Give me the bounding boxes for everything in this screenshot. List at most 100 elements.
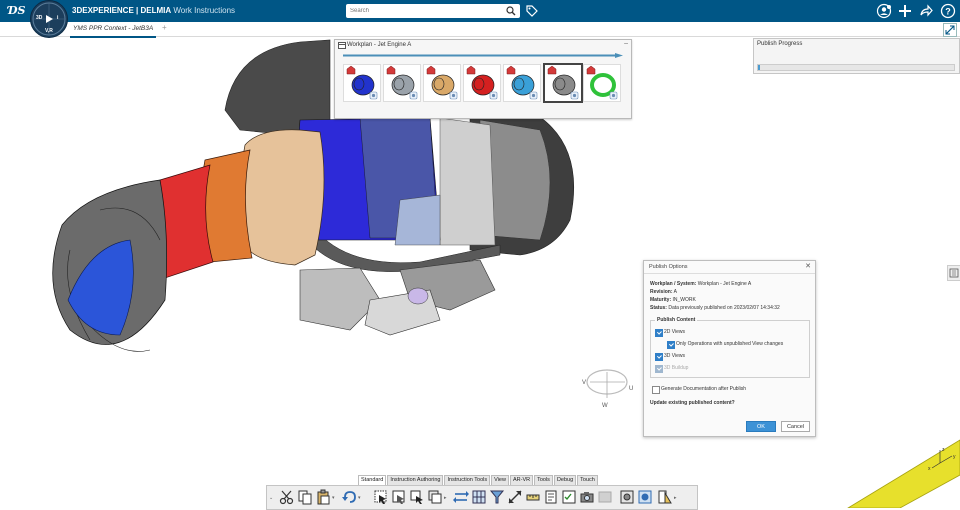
action-bar: ⌄ ▾ ▾ ▸ ▸ — [266, 485, 698, 510]
tab-view[interactable]: View — [491, 475, 509, 485]
publish-progress-bar — [757, 64, 955, 71]
compass-widget[interactable]: 3D i V,R — [30, 0, 68, 38]
camera-icon[interactable] — [579, 489, 595, 505]
inspect-icon[interactable] — [657, 489, 673, 505]
copy-icon[interactable] — [297, 489, 313, 505]
generate-documentation-label: Generate Documentation after Publish — [661, 386, 747, 392]
brand-title: 3DEXPERIENCE | DELMIA Work Instructions — [72, 6, 235, 15]
uvw-compass[interactable]: V U W — [582, 369, 633, 409]
add-tab-icon[interactable]: + — [162, 23, 167, 32]
workplan-label: Workplan / System: — [650, 281, 697, 287]
status-info: Status: Data previously published on 202… — [650, 305, 780, 311]
workplan-value: Workplan - Jet Engine A — [697, 281, 752, 287]
undo-icon[interactable] — [341, 489, 357, 505]
tab-instruction-authoring[interactable]: Instruction Authoring — [387, 475, 444, 485]
ok-button[interactable]: OK — [746, 421, 776, 432]
swap-icon[interactable] — [453, 489, 469, 505]
workplan-thumbnail-turbine-red[interactable] — [463, 64, 501, 102]
more-tools-icon[interactable]: ▸ — [674, 495, 677, 501]
collapse-icon[interactable] — [943, 23, 957, 37]
chevron-down-icon[interactable]: ⌄ — [269, 495, 273, 501]
select-dropdown-icon[interactable]: ▸ — [444, 495, 447, 501]
revision-info: Revision: A — [650, 289, 677, 295]
part-icon — [386, 65, 418, 100]
tag-icon[interactable] — [525, 4, 539, 18]
app-name: Work Instructions — [173, 6, 236, 15]
search-box[interactable] — [346, 4, 520, 18]
cancel-button[interactable]: Cancel — [781, 421, 810, 432]
checkbox-3d-buildup-label: 3D Buildup — [664, 365, 689, 371]
panel-toggle-icon — [949, 268, 959, 278]
filter-icon[interactable] — [489, 489, 505, 505]
checkbox-3d-views[interactable] — [655, 353, 663, 361]
checkbox-unpublished-only-label: Only Operations with unpublished View ch… — [676, 341, 784, 347]
checklist-icon[interactable] — [561, 489, 577, 505]
trap-select-icon[interactable] — [391, 489, 407, 505]
part-icon — [346, 65, 378, 100]
checkbox-2d-views-label: 2D Views — [664, 329, 686, 335]
scale-icon[interactable] — [507, 489, 523, 505]
checkbox-unpublished-only[interactable] — [667, 341, 675, 349]
tab-touch[interactable]: Touch — [577, 475, 598, 485]
multi-select-icon[interactable] — [427, 489, 443, 505]
top-bar: ƊS 3DEXPERIENCE | DELMIA Work Instructio… — [0, 0, 960, 22]
search-input[interactable] — [346, 4, 504, 18]
select-icon[interactable] — [373, 489, 389, 505]
part-icon — [506, 65, 538, 100]
cut-icon[interactable] — [279, 489, 295, 505]
paste-icon[interactable] — [315, 489, 331, 505]
workplan-thumbnail-compressor-silver[interactable] — [383, 64, 421, 102]
workplan-title: Workplan - Jet Engine A — [347, 42, 412, 48]
workplan-thumbnail-fan-blue[interactable] — [343, 64, 381, 102]
settings-icon[interactable] — [619, 489, 635, 505]
add-icon[interactable] — [897, 3, 913, 19]
workplan-timeline — [343, 53, 623, 58]
user-icon[interactable] — [876, 3, 892, 19]
publish-progress-fill — [758, 65, 760, 70]
grid-icon[interactable] — [471, 489, 487, 505]
publish-options-dialog: Publish Options ✕ Workplan / System: Wor… — [643, 260, 816, 437]
maturity-value: IN_WORK — [672, 297, 696, 303]
publish-progress-panel: Publish Progress — [753, 38, 960, 74]
document-icon[interactable] — [543, 489, 559, 505]
undo-dropdown-icon[interactable]: ▾ — [358, 495, 361, 501]
compass-v-label: V — [582, 380, 586, 386]
search-icon[interactable] — [506, 6, 516, 16]
status-value: Data previously published on 2023/02/07 … — [668, 305, 780, 311]
render-icon[interactable] — [637, 489, 653, 505]
workplan-panel[interactable]: Workplan - Jet Engine A – — [334, 39, 632, 119]
tab-instruction-tools[interactable]: Instruction Tools — [444, 475, 491, 485]
paste-dropdown-icon[interactable]: ▾ — [332, 495, 335, 501]
workplan-thumbnail-frame-gray[interactable] — [543, 63, 583, 103]
help-icon[interactable]: ? — [940, 3, 956, 19]
share-icon[interactable] — [918, 3, 934, 19]
side-panel-toggle[interactable] — [947, 265, 960, 281]
workplan-thumbnail-assembly-mixed[interactable] — [503, 64, 541, 102]
revision-label: Revision: — [650, 289, 673, 295]
dialog-title: Publish Options — [649, 264, 688, 270]
publish-content-group: Publish Content 2D Views Only Operations… — [650, 317, 810, 378]
workplan-thumbnail-combustor-tan[interactable] — [423, 64, 461, 102]
part-icon — [547, 65, 579, 100]
maturity-label: Maturity: — [650, 297, 672, 303]
checkbox-3d-views-label: 3D Views — [664, 353, 686, 359]
compass-east-label: i — [57, 15, 59, 21]
disabled-tool-icon[interactable] — [597, 489, 613, 505]
part-icon — [586, 65, 618, 100]
ds-logo: ƊS — [8, 4, 26, 17]
status-label: Status: — [650, 305, 667, 311]
checkbox-2d-views[interactable] — [655, 329, 663, 337]
minimize-icon[interactable]: – — [624, 40, 628, 47]
svg-text:?: ? — [945, 7, 951, 17]
checkbox-3d-buildup — [655, 365, 663, 373]
compass-south-label: V,R — [45, 28, 53, 34]
tab-debug[interactable]: Debug — [553, 475, 577, 485]
move-icon[interactable] — [409, 489, 425, 505]
measure-icon[interactable] — [525, 489, 541, 505]
tab-standard[interactable]: Standard — [358, 475, 387, 485]
close-icon[interactable]: ✕ — [805, 262, 811, 270]
workplan-thumbnail-ring-green[interactable] — [583, 64, 621, 102]
checkbox-generate-documentation[interactable] — [652, 386, 660, 394]
tab-ar-vr[interactable]: AR-VR — [509, 475, 534, 485]
tab-tools[interactable]: Tools — [534, 475, 553, 485]
